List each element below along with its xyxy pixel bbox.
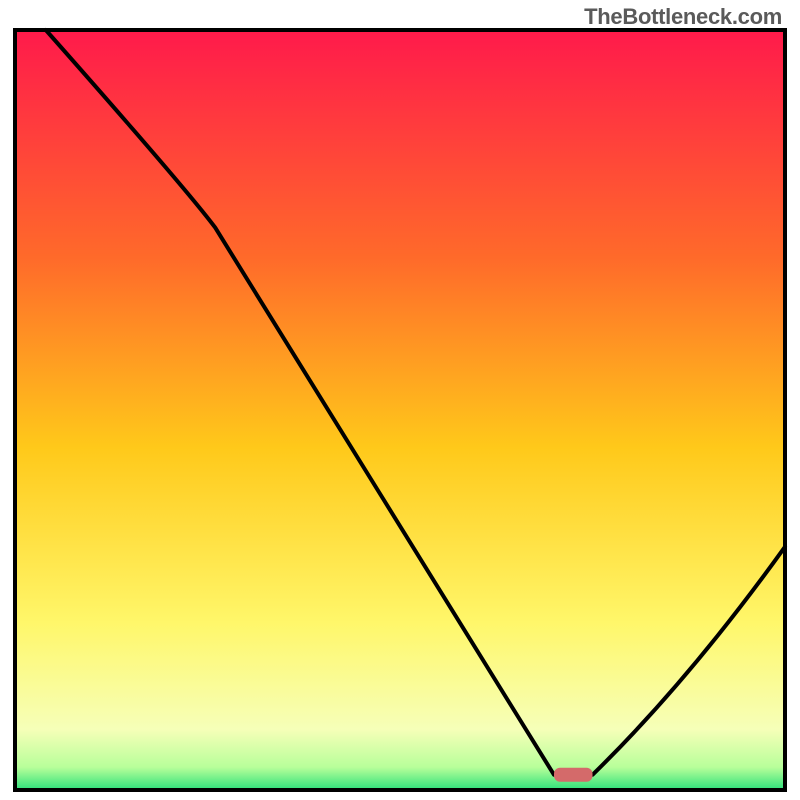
optimal-marker (554, 768, 593, 782)
chart-root: TheBottleneck.com (0, 0, 800, 800)
bottleneck-chart (0, 0, 800, 800)
chart-background (15, 30, 785, 790)
